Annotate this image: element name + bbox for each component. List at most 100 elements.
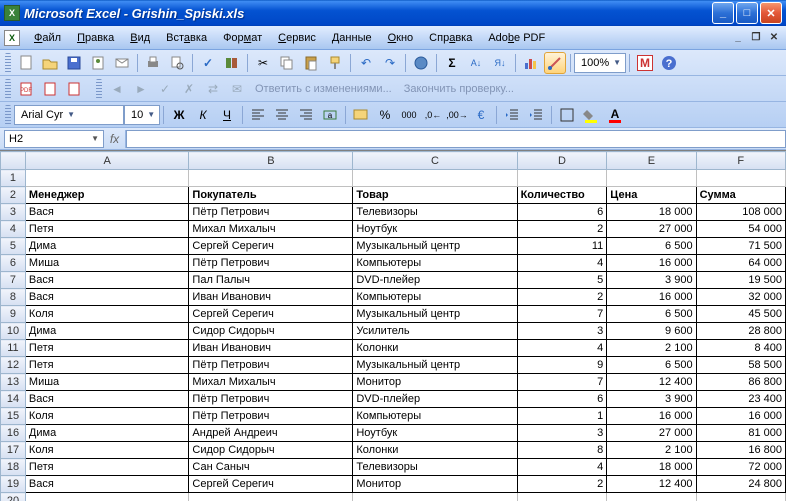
- cell[interactable]: Компьютеры: [353, 255, 517, 272]
- cell[interactable]: 5: [517, 272, 607, 289]
- menu-adobe[interactable]: Adobe PDF: [480, 29, 553, 47]
- currency-icon[interactable]: [350, 104, 372, 126]
- chart-icon[interactable]: [520, 52, 542, 74]
- column-header[interactable]: C: [353, 152, 517, 170]
- cell[interactable]: 4: [517, 255, 607, 272]
- review-next-icon[interactable]: ►: [130, 78, 152, 100]
- italic-button[interactable]: К: [192, 104, 214, 126]
- cell[interactable]: 32 000: [696, 289, 785, 306]
- cell[interactable]: Иван Иванович: [189, 340, 353, 357]
- row-header[interactable]: 13: [1, 374, 26, 391]
- cell[interactable]: Ноутбук: [353, 425, 517, 442]
- cell[interactable]: Вася: [25, 476, 189, 493]
- maximize-button[interactable]: □: [736, 2, 758, 24]
- increase-decimal-icon[interactable]: ,0←: [422, 104, 444, 126]
- cell[interactable]: Сумма: [696, 187, 785, 204]
- print-preview-icon[interactable]: [166, 52, 188, 74]
- cell[interactable]: Пётр Петрович: [189, 408, 353, 425]
- menu-edit[interactable]: Правка: [69, 29, 122, 47]
- column-header[interactable]: F: [696, 152, 785, 170]
- copy-icon[interactable]: [276, 52, 298, 74]
- formula-input[interactable]: [126, 130, 786, 148]
- cell[interactable]: Сан Саныч: [189, 459, 353, 476]
- select-all-corner[interactable]: [1, 152, 26, 170]
- pdf-attach-icon[interactable]: [63, 78, 85, 100]
- spellcheck-icon[interactable]: ✓: [197, 52, 219, 74]
- cell[interactable]: 2 100: [607, 442, 696, 459]
- mdi-minimize-button[interactable]: _: [730, 31, 746, 45]
- cell[interactable]: Коля: [25, 306, 189, 323]
- cell[interactable]: Пал Палыч: [189, 272, 353, 289]
- menu-window[interactable]: Окно: [380, 29, 422, 47]
- row-header[interactable]: 12: [1, 357, 26, 374]
- cell[interactable]: Вася: [25, 289, 189, 306]
- mdi-restore-button[interactable]: ❐: [748, 31, 764, 45]
- pdf-create-icon[interactable]: [39, 78, 61, 100]
- cell[interactable]: Телевизоры: [353, 204, 517, 221]
- cell[interactable]: Дима: [25, 425, 189, 442]
- cell[interactable]: Покупатель: [189, 187, 353, 204]
- sort-desc-icon[interactable]: Я↓: [489, 52, 511, 74]
- cell[interactable]: 2: [517, 221, 607, 238]
- menu-help[interactable]: Справка: [421, 29, 480, 47]
- cell[interactable]: Музыкальный центр: [353, 306, 517, 323]
- borders-icon[interactable]: [556, 104, 578, 126]
- font-color-icon[interactable]: A: [604, 104, 626, 126]
- cell[interactable]: 27 000: [607, 425, 696, 442]
- cell[interactable]: Миша: [25, 374, 189, 391]
- cell[interactable]: Телевизоры: [353, 459, 517, 476]
- menu-insert[interactable]: Вставка: [158, 29, 215, 47]
- cell[interactable]: 6 500: [607, 357, 696, 374]
- cell[interactable]: 3: [517, 323, 607, 340]
- cell[interactable]: 58 500: [696, 357, 785, 374]
- cell[interactable]: 11: [517, 238, 607, 255]
- cell[interactable]: 1: [517, 408, 607, 425]
- row-header[interactable]: 14: [1, 391, 26, 408]
- row-header[interactable]: 20: [1, 493, 26, 501]
- cell[interactable]: Менеджер: [25, 187, 189, 204]
- row-header[interactable]: 3: [1, 204, 26, 221]
- cell[interactable]: 27 000: [607, 221, 696, 238]
- cell[interactable]: 6 500: [607, 306, 696, 323]
- cell[interactable]: Музыкальный центр: [353, 238, 517, 255]
- comma-style-button[interactable]: 000: [398, 104, 420, 126]
- cell[interactable]: 71 500: [696, 238, 785, 255]
- mail-icon[interactable]: [111, 52, 133, 74]
- cell[interactable]: 8 400: [696, 340, 785, 357]
- redo-icon[interactable]: ↷: [379, 52, 401, 74]
- row-header[interactable]: 4: [1, 221, 26, 238]
- cell[interactable]: Пётр Петрович: [189, 255, 353, 272]
- cell[interactable]: Усилитель: [353, 323, 517, 340]
- cell[interactable]: Сергей Серегич: [189, 476, 353, 493]
- cell[interactable]: Вася: [25, 272, 189, 289]
- autosum-icon[interactable]: Σ: [441, 52, 463, 74]
- column-header[interactable]: E: [607, 152, 696, 170]
- percent-button[interactable]: %: [374, 104, 396, 126]
- cell[interactable]: 24 800: [696, 476, 785, 493]
- new-icon[interactable]: [15, 52, 37, 74]
- fill-color-icon[interactable]: [580, 104, 602, 126]
- cell[interactable]: Петя: [25, 459, 189, 476]
- cell[interactable]: 2: [517, 289, 607, 306]
- font-size-dropdown[interactable]: 10▼: [124, 105, 160, 125]
- cell[interactable]: 7: [517, 374, 607, 391]
- cell[interactable]: Цена: [607, 187, 696, 204]
- menu-service[interactable]: Сервис: [270, 29, 324, 47]
- permissions-icon[interactable]: [87, 52, 109, 74]
- minimize-button[interactable]: _: [712, 2, 734, 24]
- drawing-icon[interactable]: [544, 52, 566, 74]
- cell[interactable]: 18 000: [607, 459, 696, 476]
- pdf-export-icon[interactable]: PDF: [15, 78, 37, 100]
- menu-format[interactable]: Формат: [215, 29, 270, 47]
- cell[interactable]: Колонки: [353, 340, 517, 357]
- document-icon[interactable]: X: [4, 30, 20, 46]
- cell[interactable]: Коля: [25, 408, 189, 425]
- print-icon[interactable]: [142, 52, 164, 74]
- cell[interactable]: 2 100: [607, 340, 696, 357]
- row-header[interactable]: 2: [1, 187, 26, 204]
- cell[interactable]: Компьютеры: [353, 289, 517, 306]
- menu-file[interactable]: Файл: [26, 29, 69, 47]
- open-icon[interactable]: [39, 52, 61, 74]
- row-header[interactable]: 18: [1, 459, 26, 476]
- euro-button[interactable]: €: [470, 104, 492, 126]
